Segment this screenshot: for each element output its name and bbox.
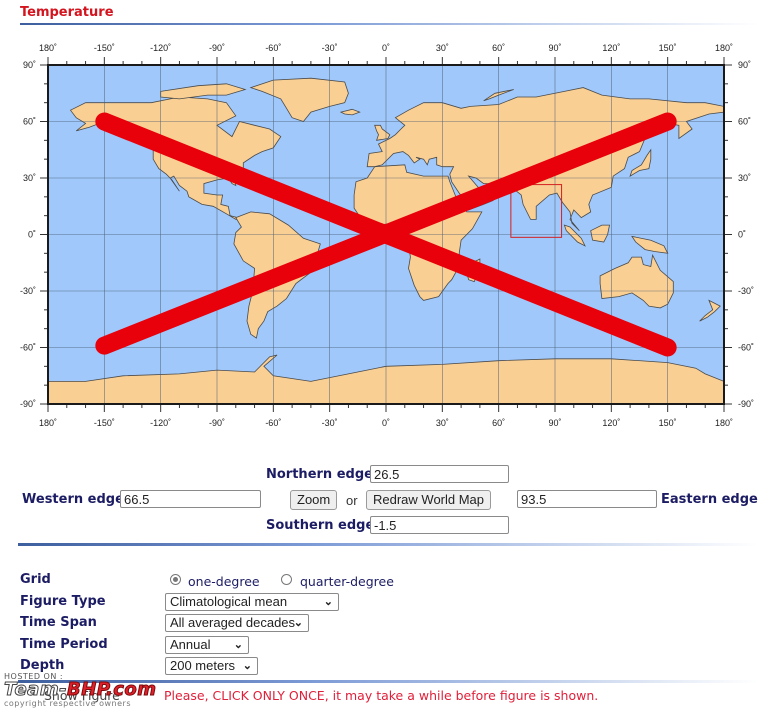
click-once-warning: Please, CLICK ONLY ONCE, it may take a w… (164, 688, 599, 703)
lon-label-top: -120˚ (150, 43, 171, 53)
watermark-copyright: copyright respective owners (4, 699, 131, 708)
figure-type-value: Climatological mean (170, 594, 288, 609)
southern-edge-input[interactable] (370, 516, 509, 534)
chevron-down-icon: ⌄ (323, 596, 333, 608)
lon-label-bottom: -60˚ (265, 418, 281, 428)
eastern-edge-label: Eastern edge (661, 492, 758, 507)
or-text: or (346, 493, 358, 508)
lon-label-top: 150˚ (659, 43, 677, 53)
lon-label-top: 180˚ (39, 43, 57, 53)
depth-select[interactable]: 200 meters ⌄ (165, 657, 258, 675)
lon-label-top: -30˚ (322, 43, 338, 53)
grid-label: Grid (20, 572, 51, 587)
western-edge-input[interactable] (120, 490, 261, 508)
lon-label-top: 90˚ (548, 43, 561, 53)
lon-label-top: -60˚ (265, 43, 281, 53)
grid-quarter-degree-label[interactable]: quarter-degree (300, 574, 394, 589)
chevron-down-icon: ⌄ (293, 617, 303, 629)
lon-label-bottom: -90˚ (209, 418, 225, 428)
lat-label-right: 60˚ (738, 117, 751, 127)
lat-label-left: 60˚ (23, 117, 36, 127)
lon-label-bottom: -30˚ (322, 418, 338, 428)
southern-edge-label: Southern edge (266, 518, 375, 533)
lon-label-top: 60˚ (492, 43, 505, 53)
time-period-value: Annual (170, 637, 211, 652)
time-period-label: Time Period (20, 637, 108, 652)
lat-label-left: -30˚ (20, 286, 36, 296)
western-edge-label: Western edge (22, 492, 124, 507)
northern-edge-label: Northern edge (266, 467, 373, 482)
lon-label-bottom: 60˚ (492, 418, 505, 428)
watermark-brand-left: Team- (3, 679, 68, 700)
lon-label-bottom: -120˚ (150, 418, 171, 428)
figure-type-select[interactable]: Climatological mean ⌄ (165, 593, 339, 611)
grid-one-degree-label[interactable]: one-degree (188, 574, 260, 589)
map-canvas[interactable]: 180˚ 180˚ -150˚ -150˚ -120˚ -120˚ -90˚ -90˚ -60˚… (0, 35, 770, 435)
chevron-down-icon: ⌄ (242, 660, 252, 672)
figure-type-label: Figure Type (20, 594, 106, 609)
lon-label-bottom: 30˚ (436, 418, 449, 428)
lon-label-bottom: 90˚ (548, 418, 561, 428)
lon-label-top: 30˚ (436, 43, 449, 53)
lon-label-bottom: -150˚ (94, 418, 115, 428)
zoom-button[interactable]: Zoom (290, 490, 338, 510)
lon-label-top: 120˚ (602, 43, 620, 53)
world-map[interactable]: 180˚ 180˚ -150˚ -150˚ -120˚ -120˚ -90˚ -90˚ -60˚… (0, 35, 770, 435)
lat-label-left: 30˚ (23, 173, 36, 183)
time-span-select[interactable]: All averaged decades ⌄ (165, 614, 309, 632)
watermark: HOSTED ON : Team-BHP.com copyright respe… (3, 672, 157, 708)
eastern-edge-input[interactable] (517, 490, 657, 508)
lon-label-top: 180˚ (715, 43, 733, 53)
time-span-label: Time Span (20, 615, 97, 630)
lon-label-bottom: 180˚ (715, 418, 733, 428)
lat-label-right: -30˚ (738, 286, 754, 296)
form-divider (18, 543, 758, 546)
lon-label-top: -150˚ (94, 43, 115, 53)
depth-label: Depth (20, 658, 65, 673)
lat-label-left: -90˚ (20, 399, 36, 409)
lat-label-left: -60˚ (20, 343, 36, 353)
lon-label-bottom: 0˚ (382, 418, 390, 428)
watermark-brand-right: BHP.com (67, 679, 157, 700)
grid-quarter-degree-radio[interactable] (281, 574, 292, 585)
lat-label-left: 0˚ (28, 230, 36, 240)
grid-one-degree-radio[interactable] (170, 574, 181, 585)
lat-label-left: 90˚ (23, 60, 36, 70)
lat-label-right: 90˚ (738, 60, 751, 70)
title-divider (20, 23, 760, 25)
lat-label-right: 0˚ (738, 230, 746, 240)
lat-label-right: 30˚ (738, 173, 751, 183)
lon-label-top: 0˚ (382, 43, 390, 53)
lon-label-bottom: 150˚ (659, 418, 677, 428)
chevron-down-icon: ⌄ (233, 639, 243, 651)
lon-label-bottom: 120˚ (602, 418, 620, 428)
time-span-value: All averaged decades (170, 615, 296, 630)
lon-label-bottom: 180˚ (39, 418, 57, 428)
northern-edge-input[interactable] (370, 465, 509, 483)
depth-value: 200 meters (170, 658, 236, 673)
page-title: Temperature (20, 5, 114, 20)
redraw-world-map-button[interactable]: Redraw World Map (366, 490, 492, 510)
lat-label-right: -60˚ (738, 343, 754, 353)
lon-label-top: -90˚ (209, 43, 225, 53)
time-period-select[interactable]: Annual ⌄ (165, 636, 249, 654)
lat-label-right: -90˚ (738, 399, 754, 409)
watermark-logo: Team-BHP.com (3, 679, 157, 700)
